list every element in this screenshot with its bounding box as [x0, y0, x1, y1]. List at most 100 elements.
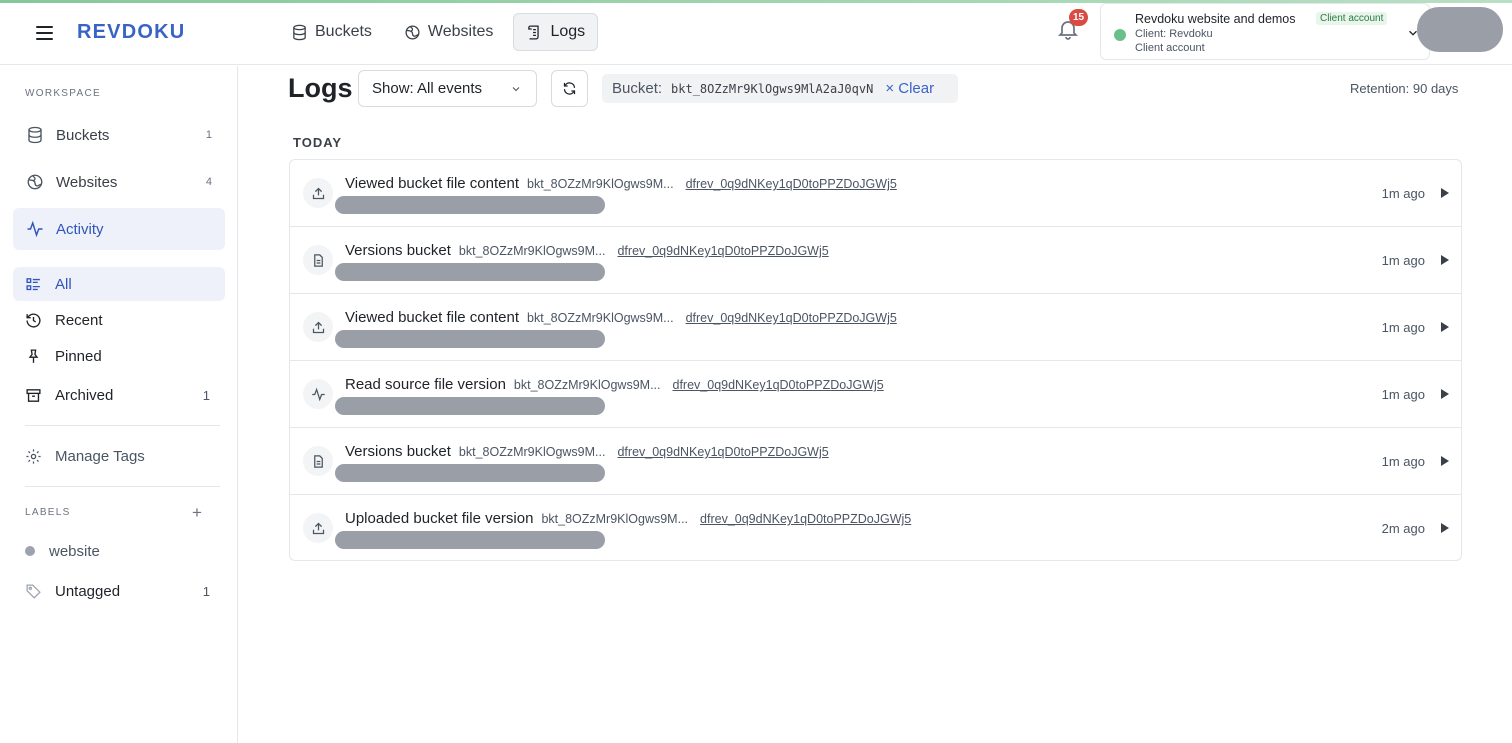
- label-item-text: Untagged: [55, 582, 121, 600]
- upload-icon: [303, 513, 333, 543]
- sidebar-filter-recent[interactable]: Recent: [13, 303, 225, 337]
- sidebar-filter-count: 1: [202, 387, 210, 403]
- log-title: Versions bucket: [345, 443, 451, 460]
- log-header: Versions bucket bkt_8OZzMr9KlOgws9M... dfr…: [345, 242, 829, 259]
- bucket-filter-chip: Bucket: bkt_8OZzMr9KlOgws9MlA2aJ0qvN × C…: [602, 74, 958, 103]
- redacted-detail-bar: [335, 397, 605, 415]
- sidebar-filter-label: Archived: [55, 386, 114, 404]
- expand-arrow-icon[interactable]: [1441, 322, 1449, 332]
- log-title: Uploaded bucket file version: [345, 510, 534, 527]
- bucket-filter-value: bkt_8OZzMr9KlOgws9MlA2aJ0qvN: [671, 81, 874, 96]
- redacted-detail-bar: [335, 263, 605, 281]
- account-type: Client account: [1135, 42, 1205, 54]
- sidebar-item-count: 1: [205, 129, 212, 141]
- event-filter-select[interactable]: Show: All events: [358, 70, 537, 107]
- log-bucket-id: bkt_8OZzMr9KlOgws9M...: [527, 311, 674, 325]
- log-row[interactable]: Versions bucket bkt_8OZzMr9KlOgws9M... dfr…: [290, 428, 1461, 495]
- label-item-count: 1: [202, 583, 210, 599]
- expand-arrow-icon[interactable]: [1441, 188, 1449, 198]
- redacted-detail-bar: [335, 464, 605, 482]
- avatar[interactable]: [1417, 7, 1503, 52]
- sidebar-item-label: Buckets: [56, 126, 110, 144]
- page-title: Logs: [288, 73, 353, 103]
- divider: [25, 425, 220, 426]
- log-row[interactable]: Versions bucket bkt_8OZzMr9KlOgws9M... dfr…: [290, 227, 1461, 294]
- upload-icon: [303, 178, 333, 208]
- manage-tags-button[interactable]: Manage Tags: [13, 439, 225, 473]
- app-logo[interactable]: REVDOKU: [77, 21, 185, 44]
- log-time: 1m ago: [1381, 320, 1425, 335]
- log-revision-link[interactable]: dfrev_0q9dNKey1qD0toPPZDoJGWj5: [673, 378, 884, 392]
- log-header: Read source file version bkt_8OZzMr9KlOgw…: [345, 376, 884, 393]
- log-time: 1m ago: [1381, 186, 1425, 201]
- log-revision-link[interactable]: dfrev_0q9dNKey1qD0toPPZDoJGWj5: [617, 244, 828, 258]
- sidebar: WORKSPACE Buckets 1 Websites 4 Activity …: [0, 66, 238, 743]
- archive-icon: [25, 386, 43, 404]
- log-bucket-id: bkt_8OZzMr9KlOgws9M...: [527, 177, 674, 191]
- log-revision-link[interactable]: dfrev_0q9dNKey1qD0toPPZDoJGWj5: [686, 177, 897, 191]
- nav-websites[interactable]: Websites: [392, 13, 506, 51]
- clear-filter-button[interactable]: × Clear: [885, 80, 934, 97]
- database-icon: [293, 24, 306, 40]
- expand-arrow-icon[interactable]: [1441, 255, 1449, 265]
- nav-logs[interactable]: Logs: [513, 13, 599, 51]
- expand-arrow-icon[interactable]: [1441, 523, 1449, 533]
- sidebar-item-activity[interactable]: Activity: [13, 208, 225, 250]
- label-item-website[interactable]: website: [13, 534, 225, 568]
- sidebar-item-label: Activity: [56, 220, 104, 238]
- log-title: Read source file version: [345, 376, 506, 393]
- account-type-badge: Client account: [1316, 12, 1388, 25]
- log-row[interactable]: Read source file version bkt_8OZzMr9KlOgw…: [290, 361, 1461, 428]
- notification-badge: 15: [1069, 9, 1089, 26]
- document-icon: [303, 245, 333, 275]
- workspace-label: WORKSPACE: [25, 88, 101, 99]
- nav-buckets[interactable]: Buckets: [279, 13, 384, 51]
- tag-icon: [25, 582, 43, 600]
- log-bucket-id: bkt_8OZzMr9KlOgws9M...: [513, 378, 661, 392]
- bucket-filter-label: Bucket:: [612, 80, 663, 97]
- sidebar-item-label: Websites: [56, 173, 118, 191]
- log-title: Versions bucket: [345, 242, 451, 259]
- log-revision-link[interactable]: dfrev_0q9dNKey1qD0toPPZDoJGWj5: [686, 311, 897, 325]
- sidebar-filter-all[interactable]: All: [13, 267, 225, 301]
- log-header: Viewed bucket file content bkt_8OZzMr9KlO…: [345, 309, 897, 326]
- log-row[interactable]: Viewed bucket file content bkt_8OZzMr9KlO…: [290, 160, 1461, 227]
- sidebar-item-websites[interactable]: Websites 4: [13, 161, 225, 203]
- account-client: Client: Revdoku: [1135, 28, 1213, 40]
- sidebar-filter-label: Pinned: [55, 347, 102, 365]
- pin-icon: [25, 347, 43, 365]
- history-icon: [25, 311, 43, 329]
- activity-icon: [303, 379, 333, 409]
- log-time: 2m ago: [1381, 521, 1425, 536]
- menu-icon[interactable]: [36, 26, 53, 40]
- log-time: 1m ago: [1381, 387, 1425, 402]
- expand-arrow-icon[interactable]: [1441, 389, 1449, 399]
- log-title: Viewed bucket file content: [345, 309, 520, 326]
- log-bucket-id: bkt_8OZzMr9KlOgws9M...: [541, 512, 689, 526]
- log-row[interactable]: Viewed bucket file content bkt_8OZzMr9KlO…: [290, 294, 1461, 361]
- sidebar-filter-pinned[interactable]: Pinned: [13, 339, 225, 373]
- manage-tags-label: Manage Tags: [55, 447, 145, 465]
- day-group-label: TODAY: [293, 135, 343, 150]
- log-time: 1m ago: [1381, 454, 1425, 469]
- account-switcher[interactable]: Revdoku website and demos Client account…: [1100, 3, 1430, 60]
- label-item-text: website: [49, 542, 100, 560]
- expand-arrow-icon[interactable]: [1441, 456, 1449, 466]
- sidebar-filter-archived[interactable]: Archived 1: [13, 378, 225, 412]
- database-icon: [25, 125, 45, 145]
- labels-section-label: LABELS: [25, 507, 71, 518]
- log-revision-link[interactable]: dfrev_0q9dNKey1qD0toPPZDoJGWj5: [700, 512, 911, 526]
- refresh-button[interactable]: [551, 70, 588, 107]
- log-revision-link[interactable]: dfrev_0q9dNKey1qD0toPPZDoJGWj5: [617, 445, 828, 459]
- add-label-button[interactable]: +: [192, 503, 202, 523]
- log-bucket-id: bkt_8OZzMr9KlOgws9M...: [458, 445, 606, 459]
- log-list: Viewed bucket file content bkt_8OZzMr9KlO…: [289, 159, 1462, 561]
- log-row[interactable]: Uploaded bucket file version bkt_8OZzMr9K…: [290, 495, 1461, 560]
- log-header: Viewed bucket file content bkt_8OZzMr9KlO…: [345, 175, 897, 192]
- retention-info: Retention: 90 days: [1350, 81, 1459, 96]
- sidebar-item-buckets[interactable]: Buckets 1: [13, 114, 225, 156]
- sidebar-filter-label: Recent: [55, 311, 103, 329]
- globe-icon: [25, 172, 45, 192]
- document-icon: [303, 446, 333, 476]
- label-item-untagged[interactable]: Untagged 1: [13, 574, 225, 608]
